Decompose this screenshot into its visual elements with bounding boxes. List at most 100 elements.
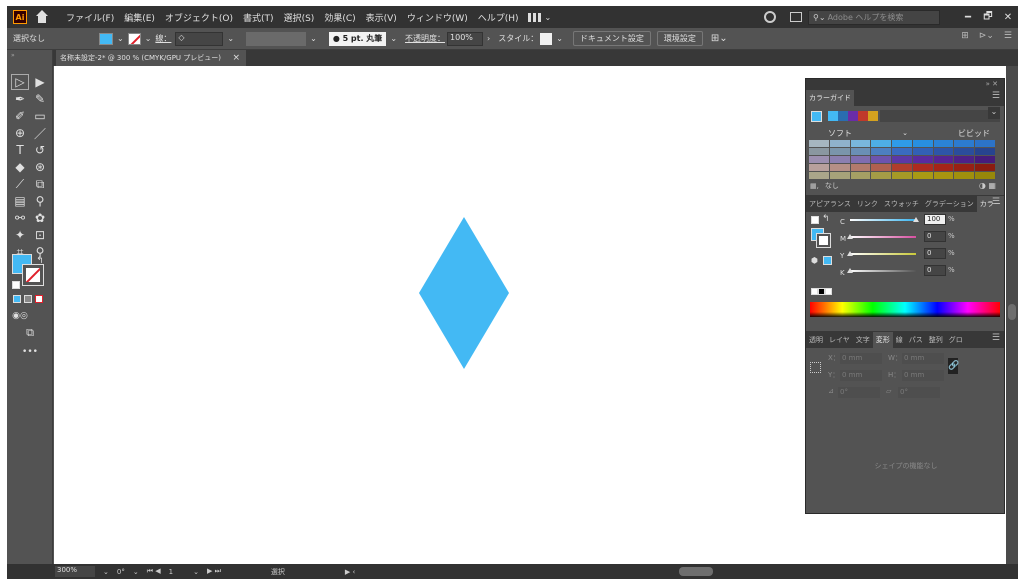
color-variation-swatch[interactable] <box>912 164 933 171</box>
white-swatch[interactable] <box>825 288 832 295</box>
chevron-down-icon[interactable]: ⌄ <box>133 568 139 576</box>
color-variation-swatch[interactable] <box>975 164 995 171</box>
vertical-scrollbar[interactable] <box>1006 66 1018 564</box>
preferences-button[interactable]: 環境設定 <box>656 31 703 46</box>
color-variation-swatch[interactable] <box>871 156 892 163</box>
selection-tool-icon[interactable]: ▷ <box>11 74 29 90</box>
channel-value-input[interactable]: 0 <box>924 231 946 242</box>
help-search-input[interactable]: ⚲⌄ Adobe ヘルプを検索 <box>808 9 940 25</box>
none-mode-icon[interactable] <box>35 295 43 303</box>
color-variation-swatch[interactable] <box>954 148 975 155</box>
chevron-down-icon[interactable]: ⌄ <box>556 34 563 43</box>
slider-thumb[interactable] <box>847 251 853 256</box>
swatch-library-icon[interactable]: ▦, <box>810 182 819 190</box>
close-tab-icon[interactable]: × <box>232 53 240 63</box>
next-artboard-icon[interactable]: ▶ ⏭ <box>207 567 221 576</box>
color-variation-swatch[interactable] <box>850 156 871 163</box>
diamond-shape[interactable] <box>419 217 509 369</box>
tab-pathfinder[interactable]: パス <box>906 332 926 348</box>
anchor-tool-icon[interactable]: ✐ <box>11 108 29 124</box>
color-variation-swatch[interactable] <box>871 164 892 171</box>
rotation-value[interactable]: 0° <box>117 568 125 576</box>
document-setup-button[interactable]: ドキュメント設定 <box>572 31 651 46</box>
slider-thumb[interactable] <box>847 234 853 239</box>
color-variation-swatch[interactable] <box>850 140 871 147</box>
color-variation-swatch[interactable] <box>809 140 829 147</box>
arrange-documents-icon[interactable] <box>790 12 802 22</box>
rotate-input[interactable]: 0° <box>838 387 880 398</box>
chevron-down-icon[interactable]: ⌄ <box>310 34 317 43</box>
chevron-down-icon[interactable]: ⌄ <box>193 568 199 576</box>
color-variation-swatch[interactable] <box>975 156 995 163</box>
none-color-icon[interactable] <box>811 288 818 295</box>
menu-help[interactable]: ヘルプ(H) <box>473 11 524 24</box>
tab-transparency[interactable]: 透明 <box>806 332 826 348</box>
chevron-down-icon[interactable]: ⌄ <box>390 34 397 43</box>
y-input[interactable]: 0 mm <box>840 370 882 381</box>
stroke-swatch[interactable] <box>127 32 141 45</box>
tab-stroke[interactable]: 線 <box>893 332 906 348</box>
panel-menu-icon[interactable]: ☰ <box>992 197 1000 207</box>
stroke-label[interactable]: 線： <box>155 33 171 44</box>
draw-normal-icon[interactable]: ◉◎ <box>11 308 29 324</box>
first-artboard-icon[interactable]: ⏮ ◀ <box>147 567 161 576</box>
color-variation-swatch[interactable] <box>829 172 850 179</box>
color-variation-swatch[interactable] <box>954 156 975 163</box>
tab-gradient[interactable]: グラデーション <box>922 196 977 212</box>
user-icon[interactable] <box>764 11 776 23</box>
tab-transform[interactable]: 変形 <box>872 332 893 348</box>
color-variation-swatch[interactable] <box>829 140 850 147</box>
channel-slider[interactable] <box>850 236 916 238</box>
blend-tool-icon[interactable]: ⚯ <box>11 210 29 226</box>
channel-value-input[interactable]: 0 <box>924 248 946 259</box>
close-window-button[interactable]: ✕ <box>998 12 1018 23</box>
channel-slider[interactable] <box>850 219 916 221</box>
color-variation-swatch[interactable] <box>809 156 829 163</box>
vertical-scroll-thumb[interactable] <box>1008 304 1016 320</box>
menu-object[interactable]: オブジェクト(O) <box>160 11 238 24</box>
chevron-down-icon[interactable]: ⌄ <box>103 568 109 576</box>
color-variation-swatch[interactable] <box>850 148 871 155</box>
harmony-swatch[interactable] <box>828 111 838 121</box>
menu-view[interactable]: 表示(V) <box>361 11 402 24</box>
chevron-down-icon[interactable]: ⌄ <box>145 34 152 43</box>
collapse-icon[interactable]: » <box>11 52 15 59</box>
shape-builder-tool-icon[interactable]: ⊛ <box>31 159 49 175</box>
constrain-proportions-icon[interactable]: 🔗 <box>948 358 959 374</box>
isolation-icon[interactable]: ⊞ <box>961 31 969 41</box>
color-variation-swatch[interactable] <box>850 172 871 179</box>
document-tab[interactable]: 名称未設定-2* @ 300 % (CMYK/GPU プレビュー) × <box>56 50 246 66</box>
width-tool-icon[interactable]: ⟋ <box>11 176 29 192</box>
color-mode-icon[interactable] <box>13 295 21 303</box>
harmony-rules[interactable] <box>828 111 878 121</box>
puppet-warp-tool-icon[interactable]: ✦ <box>11 227 29 243</box>
status-menu-icon[interactable]: ▶ ‹ <box>345 568 355 576</box>
align-options-icon[interactable]: ⊞⌄ <box>711 33 728 44</box>
restore-button[interactable]: 🗗 <box>978 9 998 26</box>
color-variation-swatch[interactable] <box>954 172 975 179</box>
fill-swatch[interactable] <box>99 32 113 45</box>
slider-thumb[interactable] <box>847 268 853 273</box>
menu-type[interactable]: 書式(T) <box>238 11 279 24</box>
tab-color-guide[interactable]: カラーガイド <box>806 90 854 106</box>
chevron-down-icon[interactable]: ⌄ <box>227 34 234 43</box>
color-variation-swatch[interactable] <box>809 164 829 171</box>
opacity-input[interactable]: 100% <box>447 31 484 46</box>
eraser-tool-icon[interactable]: ◆ <box>11 159 29 175</box>
color-variation-swatch[interactable] <box>933 164 954 171</box>
harmony-swatch[interactable] <box>848 111 858 121</box>
minimize-button[interactable]: ━ <box>958 12 978 23</box>
transform-icon[interactable]: ⊳⌄ <box>979 31 994 41</box>
brush-definition[interactable]: ● 5 pt. 丸筆 <box>328 31 387 46</box>
color-variation-swatch[interactable] <box>892 164 912 171</box>
artboard-tool-icon[interactable]: ⊡ <box>31 227 49 243</box>
opacity-label[interactable]: 不透明度： <box>405 33 445 44</box>
rotate-tool-icon[interactable]: ↺ <box>31 142 49 158</box>
color-variation-swatch[interactable] <box>892 172 912 179</box>
x-input[interactable]: 0 mm <box>840 353 882 364</box>
workspace-switcher[interactable]: ⌄ <box>527 12 551 22</box>
black-swatch[interactable] <box>818 288 825 295</box>
color-variation-swatch[interactable] <box>809 148 829 155</box>
chevron-down-icon[interactable]: ⌄ <box>902 129 908 137</box>
color-variation-swatch[interactable] <box>871 148 892 155</box>
